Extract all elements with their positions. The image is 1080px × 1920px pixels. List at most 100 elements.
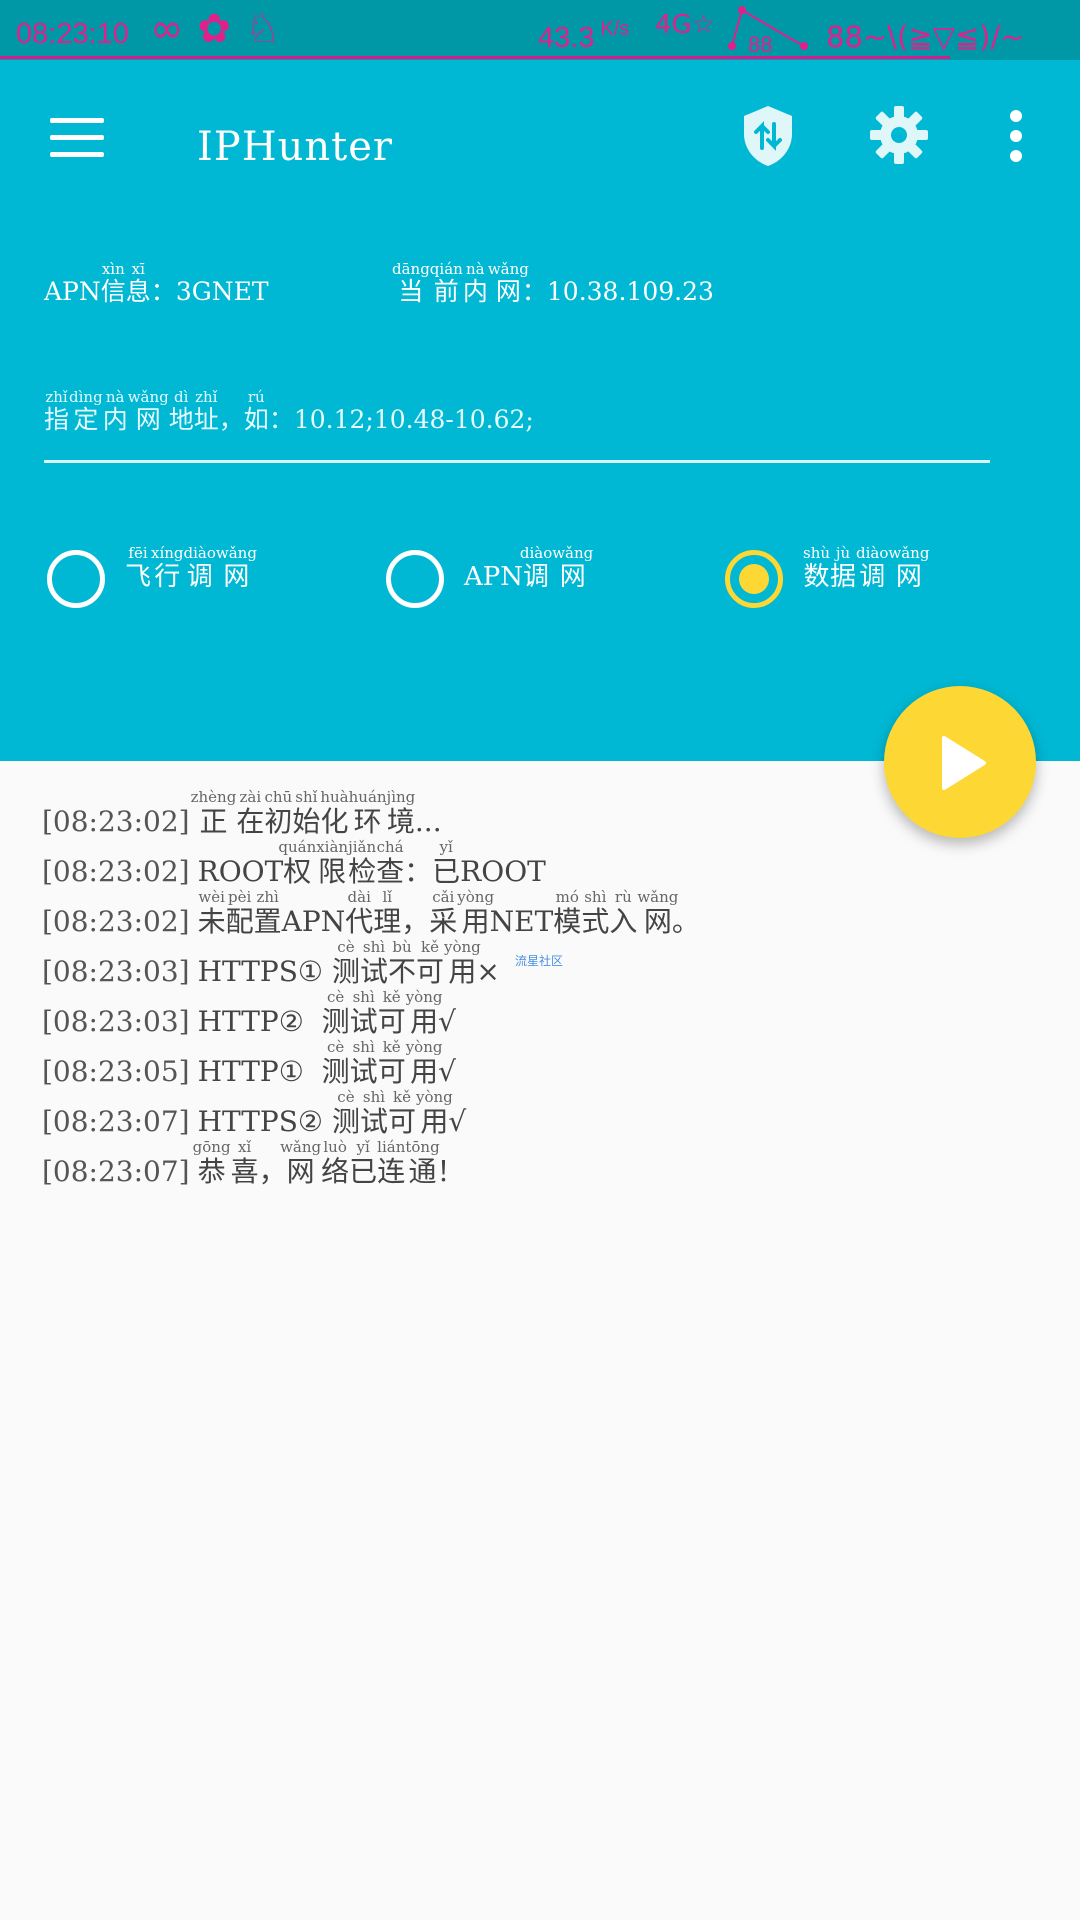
mode-label-char: 行xíng bbox=[151, 544, 184, 592]
log-line: [08:23:07] 恭gōng喜xǐ，网wǎng络luò已yǐ连lián通tōn… bbox=[42, 1138, 1042, 1190]
target-address-input[interactable]: 指zhǐ定dìng内nà网wǎng地dì址zhǐ，如rú：10.12;10.48… bbox=[44, 388, 990, 463]
network-speed: 43.3 K/s bbox=[538, 18, 629, 55]
signal-icon: 4G☆ bbox=[655, 10, 715, 40]
log-message-char: 测cè bbox=[321, 1038, 350, 1088]
status-bar: 08:23:10 ∞✿♘ 43.3 K/s 4G☆ 88 88~\(≧▽≦)/~ bbox=[0, 0, 1080, 60]
log-line: [08:23:05] HTTP① 测cè试shì可kě用yòng√ bbox=[42, 1038, 1042, 1090]
mode-label-char: 飞fēi bbox=[125, 544, 152, 592]
log-timestamp: [08:23:02] bbox=[42, 855, 190, 888]
target-address-placeholder-text: ， bbox=[218, 405, 244, 434]
log-message-text: ROOT bbox=[197, 855, 284, 888]
current-network-label: 当dāng前qián内nà网wǎng bbox=[392, 260, 529, 306]
log-timestamp: [08:23:03] bbox=[42, 955, 190, 988]
log-message-char: 测cè bbox=[331, 938, 360, 988]
apn-label-char: 信xìn bbox=[100, 260, 126, 306]
log-message-char: 不bù bbox=[387, 938, 416, 988]
target-address-placeholder: 指zhǐ定dìng内nà网wǎng地dì址zhǐ，如rú bbox=[44, 388, 269, 434]
log-message-char: 境jìng bbox=[386, 788, 416, 838]
mode-prefix: APN bbox=[464, 562, 524, 592]
current-network-label-char: 当dāng bbox=[392, 260, 430, 306]
apn-separator: ： bbox=[150, 277, 176, 306]
log-line: [08:23:07] HTTPS② 测cè试shì可kě用yòng√ bbox=[42, 1088, 1042, 1140]
mode-apn-label: APN调diào网wǎng bbox=[464, 544, 594, 593]
app-title: IPHunter bbox=[197, 124, 393, 170]
shield-transfer-icon[interactable] bbox=[740, 104, 796, 168]
target-address-placeholder-char: 地dì bbox=[168, 388, 194, 434]
log-message-char: 理lǐ bbox=[373, 888, 402, 938]
mode-data-label: 数shù据jù调diào网wǎng bbox=[803, 544, 930, 593]
target-address-placeholder-char: 内nà bbox=[102, 388, 128, 434]
log-message-char: 化huà bbox=[320, 788, 349, 838]
mode-label-char: 网wǎng bbox=[552, 544, 594, 592]
log-message-text: √ bbox=[438, 1005, 456, 1038]
log-message-char: 连lián bbox=[377, 1138, 406, 1188]
log-message-char: 网wǎng bbox=[280, 1138, 322, 1188]
status-app-icons: ∞✿♘ bbox=[150, 6, 295, 52]
log-message-text: ！ bbox=[436, 1155, 465, 1188]
log-message-text: ROOT bbox=[460, 855, 546, 888]
log-message-text bbox=[323, 1105, 332, 1138]
log-message-text: √ bbox=[438, 1055, 456, 1088]
battery-level: 88 bbox=[748, 32, 772, 56]
log-message-char: 恭gōng bbox=[192, 1138, 231, 1188]
target-address-placeholder-char: 址zhǐ bbox=[193, 388, 219, 434]
status-kaomoji: 88~\(≧▽≦)/~ bbox=[826, 20, 1025, 54]
log-timestamp: [08:23:05] bbox=[42, 1055, 190, 1088]
app-header: IPHunter APN信xìn息xī：3GNET 当dāng前qián内nà网… bbox=[0, 60, 1080, 761]
qq-penguin-icon: ♘ bbox=[244, 6, 295, 52]
log-message-char: 网wǎng bbox=[637, 888, 679, 938]
log-message-char: 权quán bbox=[278, 838, 317, 888]
log-message-char: 置zhì bbox=[253, 888, 282, 938]
log-message-text: HTTPS② bbox=[197, 1105, 324, 1138]
watermark: 流星社区 bbox=[515, 954, 564, 968]
target-address-placeholder-char: 定dìng bbox=[69, 388, 103, 434]
log-line: [08:23:02] 未wèi配pèi置zhìAPN代dài理lǐ，采cǎi用yò… bbox=[42, 888, 1042, 940]
mode-label-char: 调diào bbox=[519, 544, 553, 592]
log-message-char: 采cǎi bbox=[429, 888, 458, 938]
log-message-text: NET bbox=[489, 905, 554, 938]
mode-label-char: 网wǎng bbox=[215, 544, 257, 592]
current-network-info: 当dāng前qián内nà网wǎng：10.38.109.23 bbox=[392, 260, 714, 308]
log-message-char: 用yòng bbox=[457, 888, 495, 938]
log-message-char: 模mó bbox=[553, 888, 582, 938]
log-message-text: × bbox=[476, 955, 500, 988]
log-message-char: 初chū bbox=[264, 788, 293, 838]
log-message-text bbox=[304, 1055, 322, 1088]
log-message-text bbox=[323, 955, 332, 988]
log-timestamp: [08:23:02] bbox=[42, 905, 190, 938]
current-network-label-char: 网wǎng bbox=[487, 260, 529, 306]
log-message-text bbox=[304, 1005, 322, 1038]
log-message-char: 喜xǐ bbox=[230, 1138, 259, 1188]
log-line: [08:23:03] HTTP② 测cè试shì可kě用yòng√ bbox=[42, 988, 1042, 1040]
log-message-text: HTTP② bbox=[197, 1005, 304, 1038]
menu-icon[interactable] bbox=[50, 118, 104, 158]
log-message-char: 代dài bbox=[345, 888, 374, 938]
target-address-placeholder-tail: ：10.12;10.48-10.62; bbox=[268, 405, 534, 434]
log-message-text: √ bbox=[448, 1105, 467, 1138]
apn-label-char: 息xī bbox=[125, 260, 151, 306]
current-network-label-char: 前qián bbox=[429, 260, 463, 306]
mode-label-char: 网wǎng bbox=[888, 544, 930, 592]
log-message-char: 测cè bbox=[321, 988, 350, 1038]
status-time: 08:23:10 bbox=[16, 18, 129, 50]
log-message-char: 已yǐ bbox=[432, 838, 461, 888]
apn-info: APN信xìn息xī：3GNET bbox=[44, 260, 269, 308]
current-network-value: 10.38.109.23 bbox=[546, 277, 714, 306]
log-message-char: 络luò bbox=[321, 1138, 350, 1188]
mode-label-char: 调diào bbox=[183, 544, 216, 592]
log-message-char: 检jiǎn bbox=[348, 838, 377, 888]
mode-airplane-label: 飞fēi行xíng调diào网wǎng bbox=[125, 544, 257, 593]
log-message-char: 用yòng bbox=[405, 988, 443, 1038]
more-vertical-icon[interactable] bbox=[1006, 110, 1026, 166]
log-message-char: 式shì bbox=[581, 888, 610, 938]
gear-icon[interactable] bbox=[870, 106, 928, 164]
apn-prefix: APN bbox=[44, 277, 101, 306]
log-message-char: 可kě bbox=[387, 1088, 416, 1138]
mode-label-char: 据jù bbox=[830, 544, 857, 592]
log-message-char: 正zhèng bbox=[190, 788, 237, 838]
current-network-separator: ： bbox=[521, 277, 547, 306]
log-line: [08:23:02] ROOT权quán限xiàn检jiǎn查chá：已yǐROO… bbox=[42, 838, 1042, 890]
log-message-char: 始shǐ bbox=[292, 788, 321, 838]
apn-value: 3GNET bbox=[175, 277, 269, 306]
log-message-char: 用yòng bbox=[405, 1038, 443, 1088]
